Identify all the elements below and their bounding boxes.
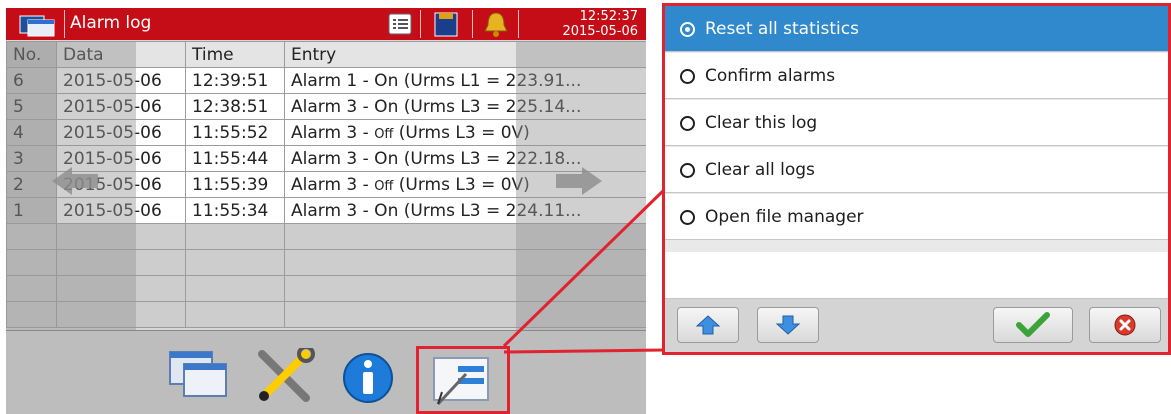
menu-item-reset-all-statistics[interactable]: Reset all statistics xyxy=(665,6,1168,52)
radio-icon xyxy=(680,210,695,225)
menu-item-label: Confirm alarms xyxy=(705,66,836,86)
radio-icon xyxy=(680,116,695,131)
radio-selected-icon xyxy=(680,22,695,37)
confirm-button[interactable] xyxy=(993,307,1073,343)
menu-item-label: Reset all statistics xyxy=(705,19,859,39)
menu-item-clear-this-log[interactable]: Clear this log xyxy=(665,100,1168,146)
menu-item-open-file-manager[interactable]: Open file manager xyxy=(665,194,1168,240)
menu-empty-slot xyxy=(665,252,1168,299)
menu-item-label: Clear this log xyxy=(705,113,818,133)
options-menu: Reset all statistics Confirm alarms Clea… xyxy=(662,3,1171,355)
menu-item-label: Open file manager xyxy=(705,207,864,227)
menu-item-confirm-alarms[interactable]: Confirm alarms xyxy=(665,53,1168,99)
arrow-down-icon xyxy=(775,315,801,335)
move-down-button[interactable] xyxy=(757,307,819,343)
radio-icon xyxy=(680,69,695,84)
cancel-button[interactable] xyxy=(1089,307,1161,343)
menu-item-label: Clear all logs xyxy=(705,160,815,180)
radio-icon xyxy=(680,163,695,178)
move-up-button[interactable] xyxy=(677,307,739,343)
close-icon xyxy=(1114,314,1136,336)
check-icon xyxy=(1016,312,1050,337)
menu-item-clear-all-logs[interactable]: Clear all logs xyxy=(665,147,1168,193)
arrow-up-icon xyxy=(695,315,721,335)
menu-footer xyxy=(665,299,1168,352)
